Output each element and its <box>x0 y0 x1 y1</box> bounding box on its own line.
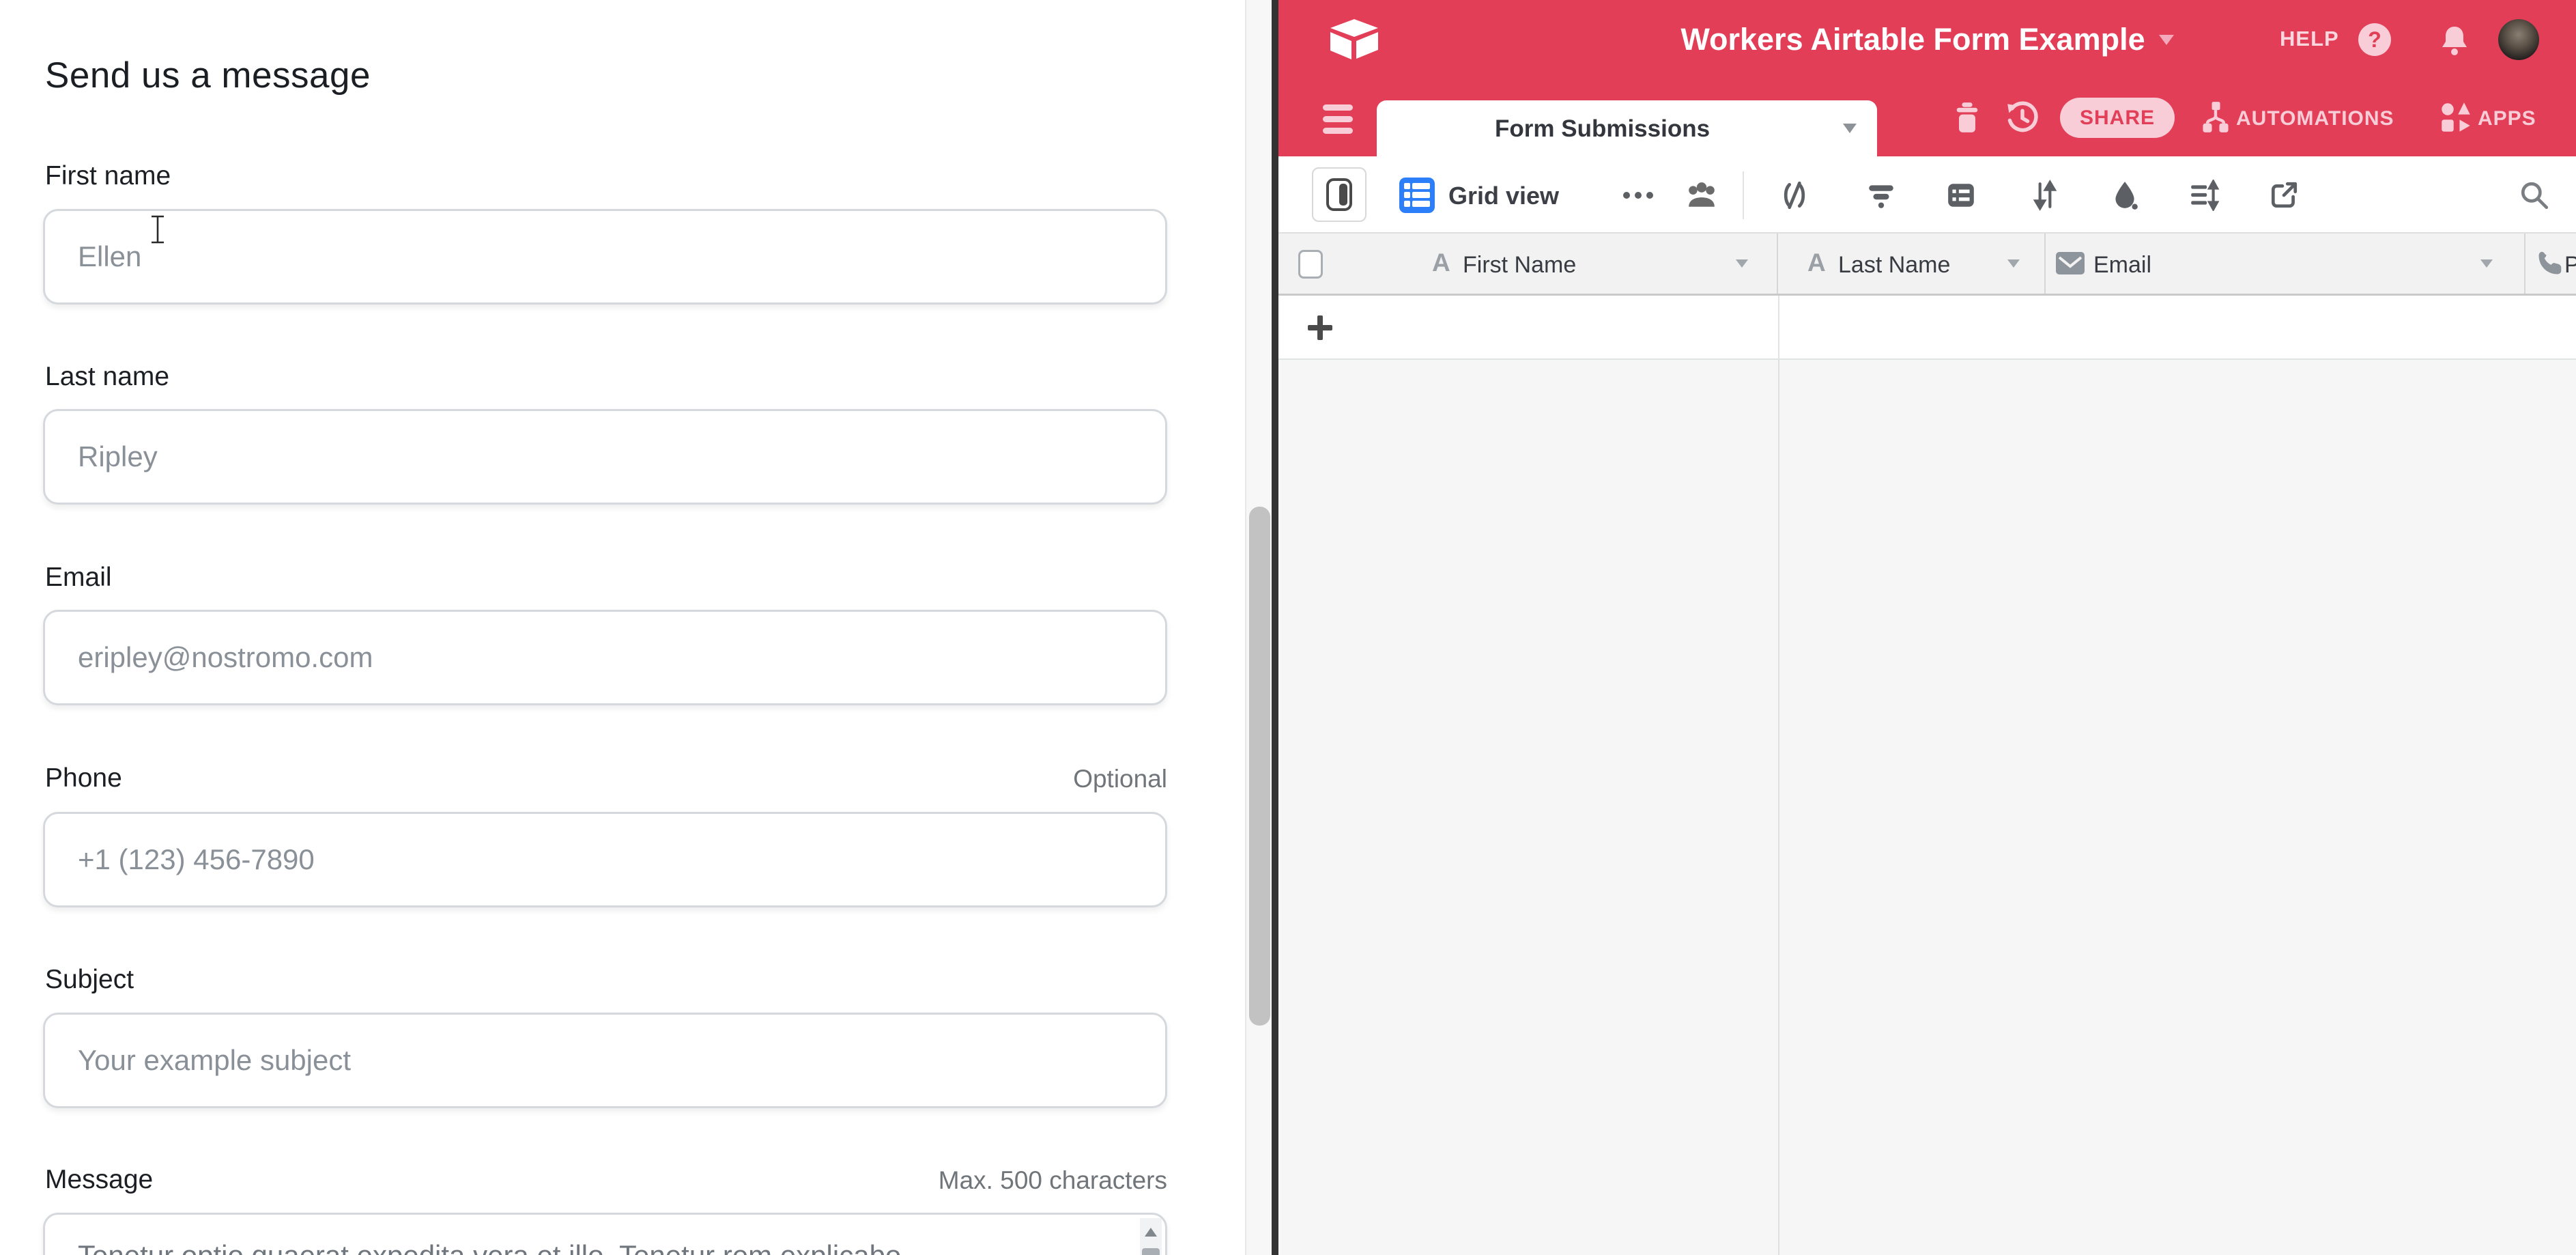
phone-input[interactable] <box>43 812 1167 907</box>
chevron-down-icon[interactable] <box>2480 259 2493 268</box>
table-tabs-bar: Form Submissions SHARE <box>1278 79 2576 156</box>
column-divider <box>1778 296 1779 358</box>
chevron-down-icon <box>2159 35 2174 45</box>
view-toolbar: Grid view <box>1278 156 2576 234</box>
help-circle-icon[interactable]: ? <box>2358 23 2391 56</box>
history-icon[interactable] <box>2006 101 2039 134</box>
page-scrollbar-thumb[interactable] <box>1249 507 1270 1026</box>
phone-icon <box>2536 250 2563 277</box>
tab-form-submissions[interactable]: Form Submissions <box>1377 100 1877 156</box>
color-fill-icon[interactable] <box>2109 180 2141 211</box>
message-scrollbar-thumb[interactable] <box>1142 1248 1160 1255</box>
message-text: Tenetur optio quaerat expedita vera et i… <box>78 1239 1102 1255</box>
window-divider <box>1272 0 1278 1255</box>
search-icon[interactable] <box>2519 180 2550 211</box>
add-record-icon[interactable] <box>1308 315 1332 340</box>
page-scrollbar-track[interactable] <box>1245 0 1272 1255</box>
message-scrollbar[interactable] <box>1140 1218 1162 1255</box>
collaborators-icon[interactable] <box>1686 180 1717 211</box>
user-avatar[interactable] <box>2498 19 2539 60</box>
first-name-label: First name <box>45 161 171 191</box>
form-title: Send us a message <box>45 55 371 96</box>
subject-label: Subject <box>45 965 134 995</box>
hamburger-menu-icon[interactable] <box>1323 104 1353 134</box>
view-name[interactable]: Grid view <box>1448 182 1559 210</box>
sort-icon[interactable] <box>2029 180 2061 211</box>
envelope-icon <box>2056 252 2085 274</box>
sidebar-toggle-icon <box>1324 177 1354 212</box>
text-cursor-pointer <box>149 215 167 244</box>
text-field-icon: A <box>1807 249 1826 277</box>
row-height-icon[interactable] <box>2188 180 2220 211</box>
contact-form-panel: Send us a message First name Last name E… <box>0 0 1245 1255</box>
chevron-down-icon[interactable] <box>1736 259 1748 268</box>
hide-fields-icon[interactable] <box>1779 180 1810 211</box>
share-button[interactable]: SHARE <box>2060 98 2175 138</box>
filter-icon[interactable] <box>1865 180 1897 211</box>
subject-input[interactable] <box>43 1013 1167 1108</box>
grid-empty-area <box>1278 360 2576 1255</box>
toolbar-divider <box>1743 171 1744 219</box>
grid-header-row: A First Name A Last Name Email Phone <box>1278 234 2576 296</box>
view-sidebar-toggle-button[interactable] <box>1312 167 1366 222</box>
message-max-chars-hint: Max. 500 characters <box>43 1166 1167 1195</box>
message-textarea[interactable]: Tenetur optio quaerat expedita vera et i… <box>43 1213 1167 1255</box>
table-tab-label: Form Submissions <box>1495 115 1710 143</box>
chevron-down-icon <box>1843 124 1857 133</box>
share-view-icon[interactable] <box>2268 180 2300 211</box>
automations-button[interactable]: AUTOMATIONS <box>2236 107 2394 130</box>
column-header-last-name[interactable]: A Last Name <box>1778 234 2046 294</box>
notifications-bell-icon[interactable] <box>2439 25 2470 56</box>
chevron-down-icon[interactable] <box>2007 259 2020 268</box>
apps-icon[interactable] <box>2439 101 2472 134</box>
email-label: Email <box>45 563 112 593</box>
last-name-label: Last name <box>45 362 169 392</box>
last-name-input[interactable] <box>43 409 1167 505</box>
scroll-up-arrow-icon[interactable] <box>1145 1228 1157 1237</box>
text-field-icon: A <box>1432 249 1450 277</box>
airtable-window: Workers Airtable Form Example HELP ? For… <box>1278 0 2576 1255</box>
automations-icon[interactable] <box>2199 101 2232 134</box>
first-name-input[interactable] <box>43 209 1167 305</box>
email-input[interactable] <box>43 610 1167 705</box>
airtable-topbar: Workers Airtable Form Example HELP ? <box>1278 0 2576 79</box>
select-all-checkbox[interactable] <box>1298 250 1323 279</box>
grid-view-icon[interactable] <box>1399 178 1435 213</box>
trash-icon[interactable] <box>1951 101 1984 134</box>
phone-optional-hint: Optional <box>43 765 1167 793</box>
column-header-first-name[interactable]: A First Name <box>1278 234 1778 294</box>
add-record-row[interactable] <box>1278 296 2576 360</box>
help-button[interactable]: HELP <box>2280 27 2339 51</box>
base-title: Workers Airtable Form Example <box>1680 22 2145 57</box>
column-header-email[interactable]: Email <box>2046 234 2525 294</box>
more-options-icon[interactable] <box>1623 192 1630 199</box>
column-divider <box>1778 360 1779 1255</box>
apps-button[interactable]: APPS <box>2478 107 2536 130</box>
group-icon[interactable] <box>1945 180 1977 211</box>
column-header-phone[interactable]: Phone <box>2525 234 2576 294</box>
